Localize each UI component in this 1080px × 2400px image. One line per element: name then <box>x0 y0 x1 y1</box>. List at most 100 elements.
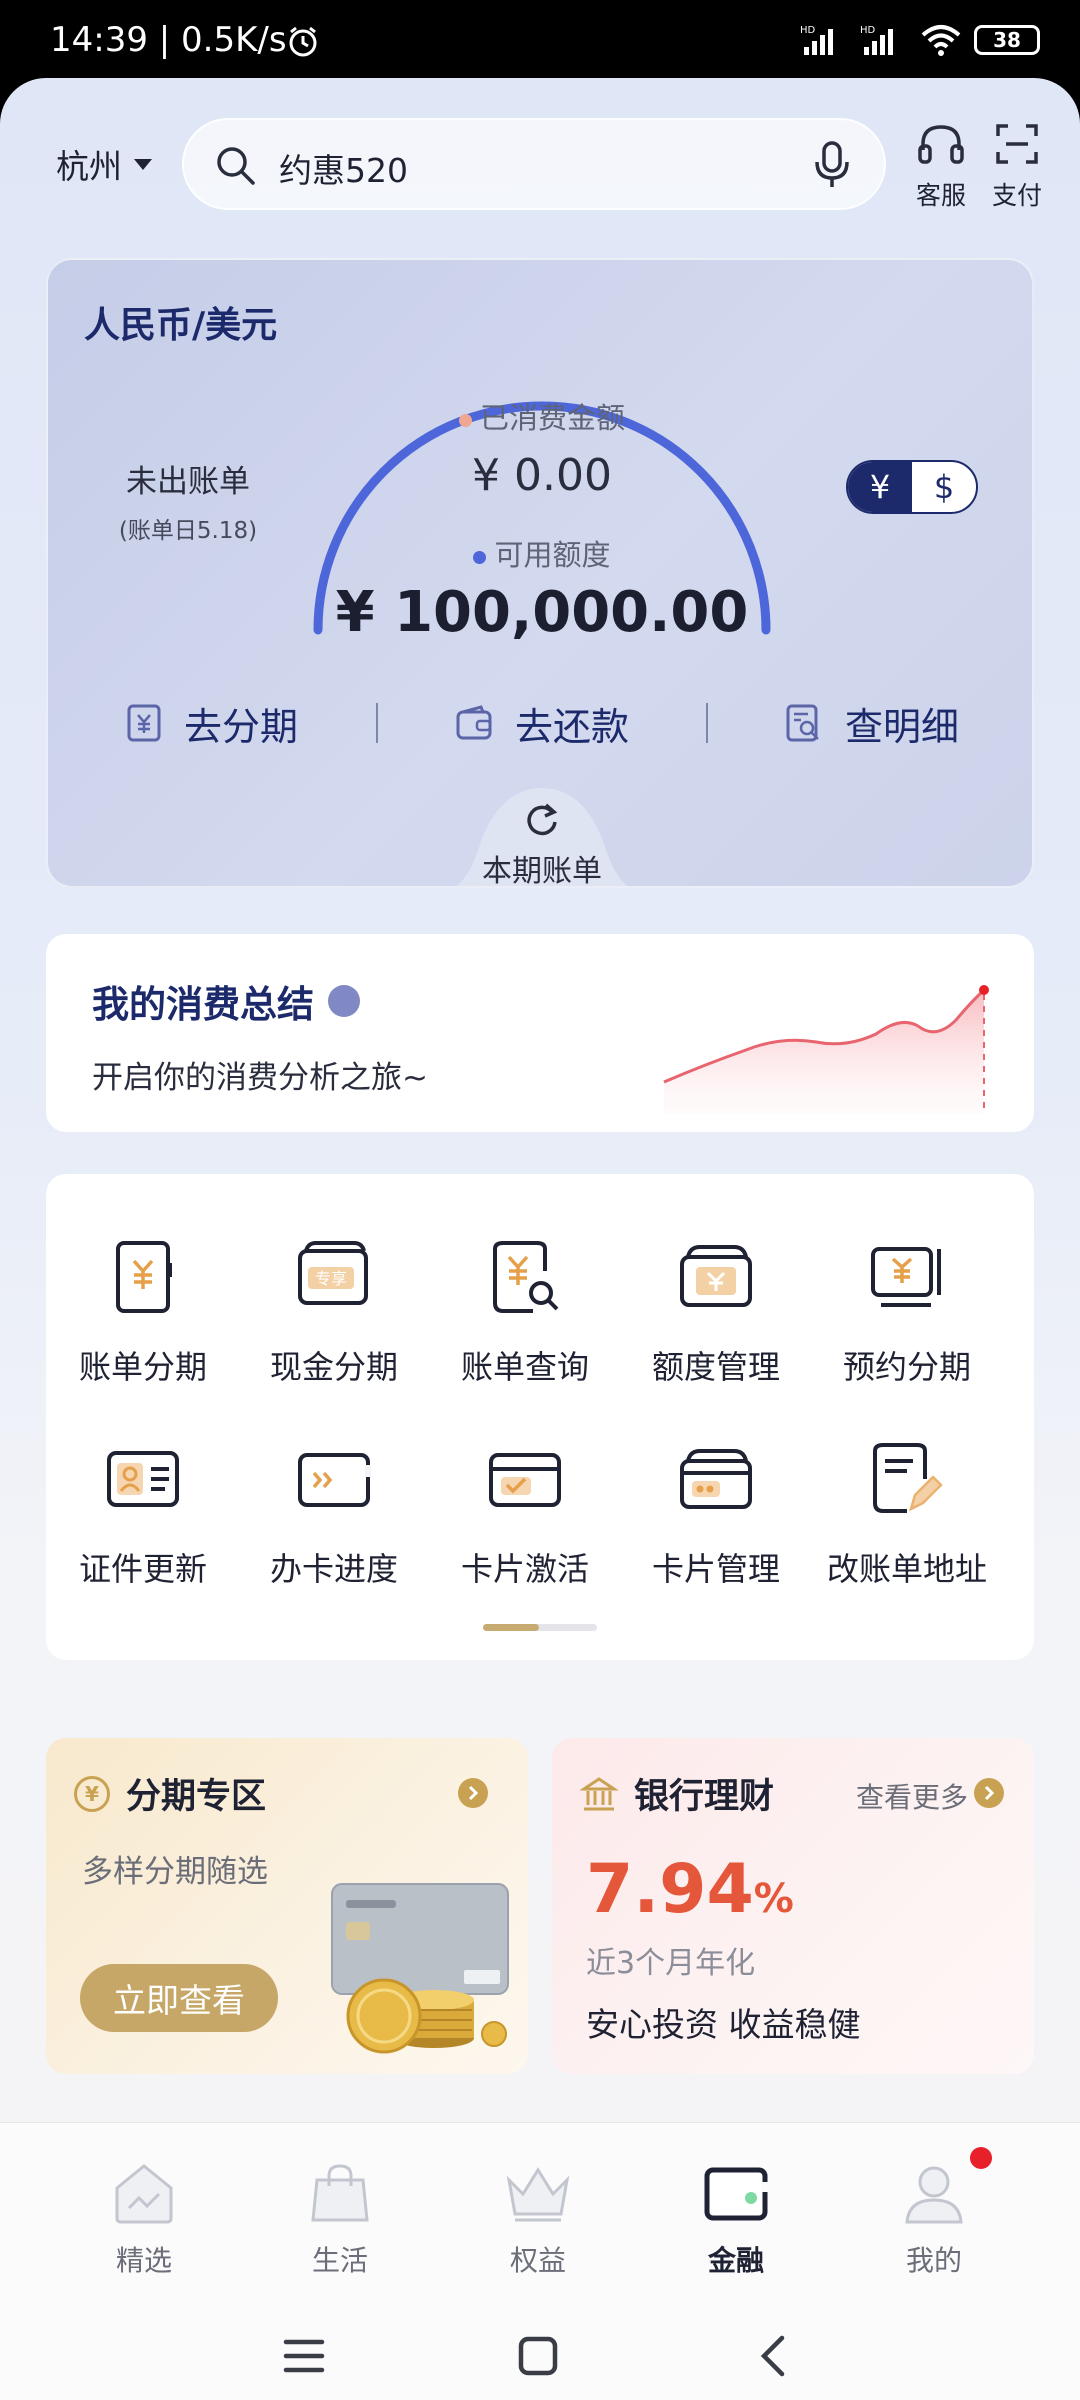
available-value: ¥ 100,000.00 <box>335 580 749 645</box>
shopping-bag-icon <box>311 2164 369 2222</box>
card-progress-icon <box>298 1453 371 1507</box>
repay-label: 去还款 <box>514 704 629 749</box>
status-bar: 14:39 | 0.5K/s HD HD 38 <box>0 0 1080 78</box>
signal-icon: HD <box>800 25 833 55</box>
battery-indicator: 38 <box>974 25 1040 55</box>
spent-dot <box>458 413 472 427</box>
card-activation-icon <box>489 1453 561 1507</box>
tab-benefits[interactable]: 权益 <box>468 2153 608 2279</box>
tab-label: 权益 <box>509 2244 566 2277</box>
bank-card-coins-image <box>331 1883 509 2054</box>
tab-finance[interactable]: 金融 <box>666 2153 806 2279</box>
service-label: 卡片管理 <box>651 1550 780 1588</box>
bill-query-icon <box>493 1241 559 1313</box>
page-indicator-active <box>483 1624 539 1631</box>
alarm-icon <box>289 26 317 57</box>
city-label: 杭州 <box>56 147 122 186</box>
pay-label: 支付 <box>991 181 1042 210</box>
currency-rmb-option[interactable]: ¥ <box>848 462 912 512</box>
service-bill-installment[interactable]: 账单分期 <box>48 1232 238 1388</box>
card-actions: 去分期 去还款 查明细 <box>48 688 1032 758</box>
yen-coin-icon: ¥ <box>74 1775 110 1812</box>
installment-zone-card[interactable]: ¥ 分期专区 多样分期随选 立即查看 <box>46 1738 528 2074</box>
svg-text:HD: HD <box>860 25 876 36</box>
consumption-summary-card[interactable]: 我的消费总结 开启你的消费分析之旅~ <box>46 934 1034 1132</box>
view-now-button[interactable]: 立即查看 <box>80 1964 278 2032</box>
cash-installment-icon: 专享 <box>298 1241 368 1305</box>
tab-life[interactable]: 生活 <box>270 2153 410 2279</box>
credit-card-panel: 人民币/美元 未出账单 (账单日5.18) 已消费金额 ¥ 0.00 可用额度 … <box>46 258 1034 888</box>
installment-label: 去分期 <box>183 704 298 749</box>
svg-text:专享: 专享 <box>315 1269 347 1288</box>
available-dot <box>473 550 487 564</box>
service-card-progress[interactable]: 办卡进度 <box>239 1434 429 1590</box>
summary-title: 我的消费总结 <box>92 983 314 1026</box>
service-card-activation[interactable]: 卡片激活 <box>430 1434 620 1590</box>
bank-wealth-title: 银行理财 <box>634 1777 775 1817</box>
app-screen: 杭州 约惠520 客服 支付 人民币/美元 未出账单 (账单日5.18) 已消费… <box>0 78 1080 2400</box>
available-label-row: 可用额度 <box>48 532 1032 574</box>
customer-service-button[interactable]: 客服 <box>906 122 976 212</box>
scan-icon <box>996 124 1038 164</box>
scheduled-installment-icon <box>871 1247 941 1307</box>
card-title: 人民币/美元 <box>84 305 278 346</box>
wallet-icon <box>456 705 492 740</box>
tab-label: 精选 <box>115 2244 172 2277</box>
service-label: 额度管理 <box>651 1348 780 1386</box>
service-label: 账单查询 <box>460 1348 589 1386</box>
menu-icon[interactable] <box>282 2334 326 2378</box>
city-selector[interactable]: 杭州 <box>56 140 152 188</box>
chevron-right-icon <box>458 1778 488 1808</box>
service-cash-installment[interactable]: 专享 现金分期 <box>239 1232 429 1388</box>
summary-subtitle: 开启你的消费分析之旅~ <box>92 1060 428 1096</box>
tab-mine[interactable]: 我的 <box>864 2147 1004 2279</box>
service-label: 账单分期 <box>78 1348 207 1386</box>
bank-wealth-card[interactable]: 银行理财 查看更多 7.94% 近3个月年化 安心投资 收益稳健 <box>552 1738 1034 2074</box>
service-bill-address[interactable]: 改账单地址 <box>812 1434 1002 1590</box>
installment-action[interactable]: 去分期 <box>48 696 376 751</box>
service-scheduled-installment[interactable]: 预约分期 <box>812 1232 1002 1388</box>
repay-action[interactable]: 去还款 <box>378 696 706 751</box>
service-id-update[interactable]: 证件更新 <box>48 1434 238 1590</box>
chevron-right-icon[interactable] <box>974 1778 1004 1808</box>
home-square-icon[interactable] <box>516 2334 560 2378</box>
rate-unit: % <box>753 1876 794 1922</box>
service-label: 证件更新 <box>78 1550 207 1588</box>
service-label: 现金分期 <box>269 1348 398 1386</box>
service-limit-management[interactable]: 额度管理 <box>621 1232 811 1388</box>
bank-icon <box>580 1776 618 1810</box>
service-bill-query[interactable]: 账单查询 <box>430 1232 620 1388</box>
service-card-management[interactable]: 卡片管理 <box>621 1434 811 1590</box>
customer-service-label: 客服 <box>915 181 966 210</box>
annualized-rate: 7.94% <box>586 1850 794 1929</box>
microphone-icon[interactable] <box>810 140 854 190</box>
search-bar[interactable]: 约惠520 <box>182 118 886 210</box>
service-label: 改账单地址 <box>826 1550 987 1588</box>
details-action[interactable]: 查明细 <box>708 696 1032 751</box>
tab-label: 我的 <box>905 2244 962 2277</box>
headset-icon <box>918 125 964 164</box>
current-bill-tab[interactable]: 本期账单 <box>48 846 1032 886</box>
id-update-icon <box>107 1451 179 1507</box>
signal-icon-2: HD <box>860 25 893 55</box>
limit-management-icon <box>680 1245 752 1307</box>
trend-sparkline <box>663 985 989 1114</box>
pay-button[interactable]: 支付 <box>982 122 1052 212</box>
view-more-link[interactable]: 查看更多 <box>856 1776 968 1816</box>
refresh-icon <box>527 803 558 836</box>
chevron-right-icon <box>328 985 715 1020</box>
search-icon <box>217 147 255 185</box>
back-icon[interactable] <box>752 2334 796 2378</box>
currency-usd-option[interactable]: $ <box>912 462 976 512</box>
currency-toggle[interactable]: ¥ $ <box>846 460 978 514</box>
details-icon <box>786 704 819 742</box>
wifi-icon <box>921 25 961 56</box>
service-label: 卡片激活 <box>460 1550 589 1588</box>
status-icons: HD HD 38 <box>800 22 1040 58</box>
bill-installment-icon <box>116 1241 172 1313</box>
spent-label: 已消费金额 <box>479 401 625 435</box>
tab-label: 生活 <box>311 2244 368 2277</box>
chevron-down-icon <box>134 158 152 170</box>
status-time: 14:39 | 0.5K/s <box>50 20 287 60</box>
tab-featured[interactable]: 精选 <box>74 2153 214 2279</box>
